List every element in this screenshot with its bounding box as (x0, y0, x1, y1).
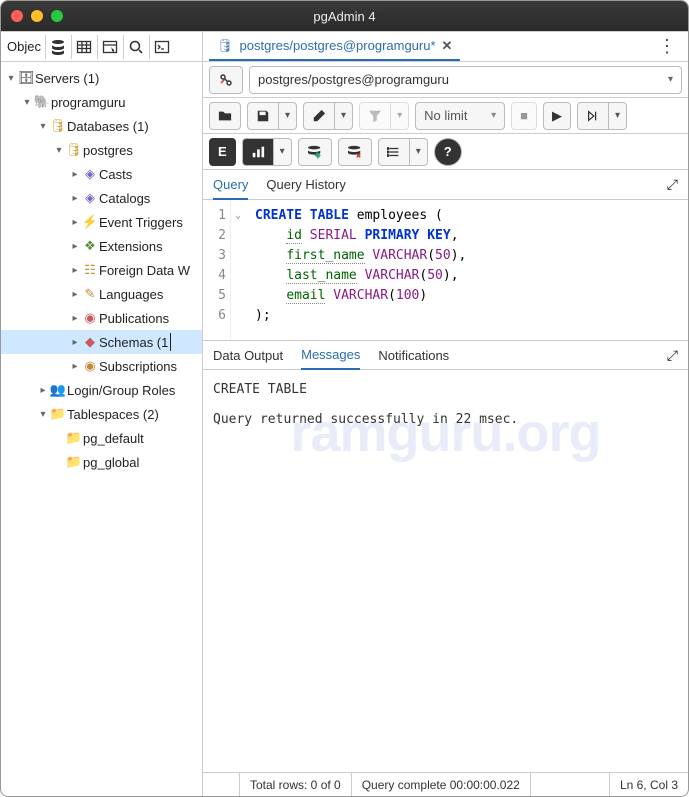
execute-button[interactable]: ▶ (543, 102, 571, 130)
tree-tablespaces[interactable]: ▾📁Tablespaces (2) (1, 402, 202, 426)
row-limit-selector[interactable]: No limit▾ (415, 102, 505, 130)
tree-schemas[interactable]: ▸◆Schemas (1 (1, 330, 202, 354)
psql-tool-icon[interactable] (149, 35, 175, 59)
toolbar-row-1: ▾ ▾ ▾ No limit▾ ■ ▶ ▾ (203, 98, 688, 134)
tree-database-postgres[interactable]: ▾🛢postgres (1, 138, 202, 162)
connection-status-icon[interactable] (209, 66, 243, 94)
tab-query[interactable]: Query (213, 171, 248, 200)
message-line: Query returned successfully in 22 msec. (213, 412, 678, 427)
tree-extensions[interactable]: ▸❖Extensions (1, 234, 202, 258)
rollback-button[interactable] (338, 138, 372, 166)
window-title: pgAdmin 4 (1, 9, 688, 24)
sidebar: Objec ▾🗄Servers (1) ▾🐘programguru ▾🛢Data… (1, 32, 203, 796)
line-gutter: 123456 (203, 200, 231, 340)
status-rows: Total rows: 0 of 0 (239, 773, 352, 796)
tree-publications[interactable]: ▸◉Publications (1, 306, 202, 330)
tab-close-icon[interactable]: ✕ (442, 38, 453, 54)
query-tab-label: postgres/postgres@programguru* (240, 38, 436, 53)
expand-editor-icon[interactable]: ⤢ (667, 176, 678, 193)
tab-query-history[interactable]: Query History (266, 171, 345, 198)
query-tool-icon[interactable] (45, 35, 71, 59)
view-data-icon[interactable] (71, 35, 97, 59)
database-icon: 🛢 (217, 38, 234, 54)
main-panel: 🛢 postgres/postgres@programguru* ✕ ⋮ pos… (203, 32, 688, 796)
tab-data-output[interactable]: Data Output (213, 342, 283, 369)
chevron-down-icon: ▾ (668, 74, 673, 85)
tree-catalogs[interactable]: ▸◈Catalogs (1, 186, 202, 210)
tab-messages[interactable]: Messages (301, 341, 360, 370)
connection-label: postgres/postgres@programguru (258, 72, 449, 87)
tree-databases[interactable]: ▾🛢Databases (1) (1, 114, 202, 138)
sidebar-label: Objec (1, 39, 45, 54)
tab-notifications[interactable]: Notifications (378, 342, 449, 369)
save-button[interactable]: ▾ (247, 102, 297, 130)
tree-ts-global[interactable]: 📁pg_global (1, 450, 202, 474)
titlebar: pgAdmin 4 (1, 1, 688, 31)
tree-languages[interactable]: ▸✎Languages (1, 282, 202, 306)
tree-login-roles[interactable]: ▸👥Login/Group Roles (1, 378, 202, 402)
explain-options-button[interactable]: ▾ (242, 138, 292, 166)
object-tree[interactable]: ▾🗄Servers (1) ▾🐘programguru ▾🛢Databases … (1, 62, 202, 796)
tree-event-triggers[interactable]: ▸⚡Event Triggers (1, 210, 202, 234)
sql-editor[interactable]: 123456 ⌄ CREATE TABLE employees ( id SER… (203, 200, 688, 340)
tree-subscriptions[interactable]: ▸◉Subscriptions (1, 354, 202, 378)
commit-button[interactable] (298, 138, 332, 166)
status-cursor-pos: Ln 6, Col 3 (609, 773, 688, 796)
open-file-button[interactable] (209, 102, 241, 130)
messages-output[interactable]: CREATE TABLE Query returned successfully… (203, 370, 688, 772)
tree-casts[interactable]: ▸◈Casts (1, 162, 202, 186)
status-query-complete: Query complete 00:00:00.022 (352, 773, 531, 796)
tab-menu-icon[interactable]: ⋮ (652, 36, 682, 57)
sidebar-toolbar: Objec (1, 32, 202, 62)
fold-gutter[interactable]: ⌄ (231, 200, 245, 340)
tree-server[interactable]: ▾🐘programguru (1, 90, 202, 114)
statusbar: Total rows: 0 of 0 Query complete 00:00:… (203, 772, 688, 796)
explain-analyze-button[interactable]: E (209, 138, 236, 166)
main-tabbar: 🛢 postgres/postgres@programguru* ✕ ⋮ (203, 32, 688, 62)
code-area[interactable]: CREATE TABLE employees ( id SERIAL PRIMA… (245, 200, 688, 340)
help-button[interactable]: ? (434, 138, 462, 166)
tree-ts-default[interactable]: 📁pg_default (1, 426, 202, 450)
macros-button[interactable]: ▾ (378, 138, 428, 166)
message-line: CREATE TABLE (213, 382, 678, 397)
stop-button[interactable]: ■ (511, 102, 537, 130)
tree-foreign-data-wrappers[interactable]: ▸☷Foreign Data W (1, 258, 202, 282)
cursor-caret (170, 333, 171, 351)
search-objects-icon[interactable] (123, 35, 149, 59)
expand-output-icon[interactable]: ⤢ (667, 347, 678, 364)
tree-servers[interactable]: ▾🗄Servers (1) (1, 66, 202, 90)
filter-rows-icon[interactable] (97, 35, 123, 59)
toolbar-row-2: E ▾ ▾ ? (203, 134, 688, 170)
edit-button[interactable]: ▾ (303, 102, 353, 130)
explain-button[interactable]: ▾ (577, 102, 627, 130)
filter-button[interactable]: ▾ (359, 102, 409, 130)
connection-selector[interactable]: postgres/postgres@programguru ▾ (249, 66, 682, 94)
query-tab[interactable]: 🛢 postgres/postgres@programguru* ✕ (209, 33, 460, 61)
